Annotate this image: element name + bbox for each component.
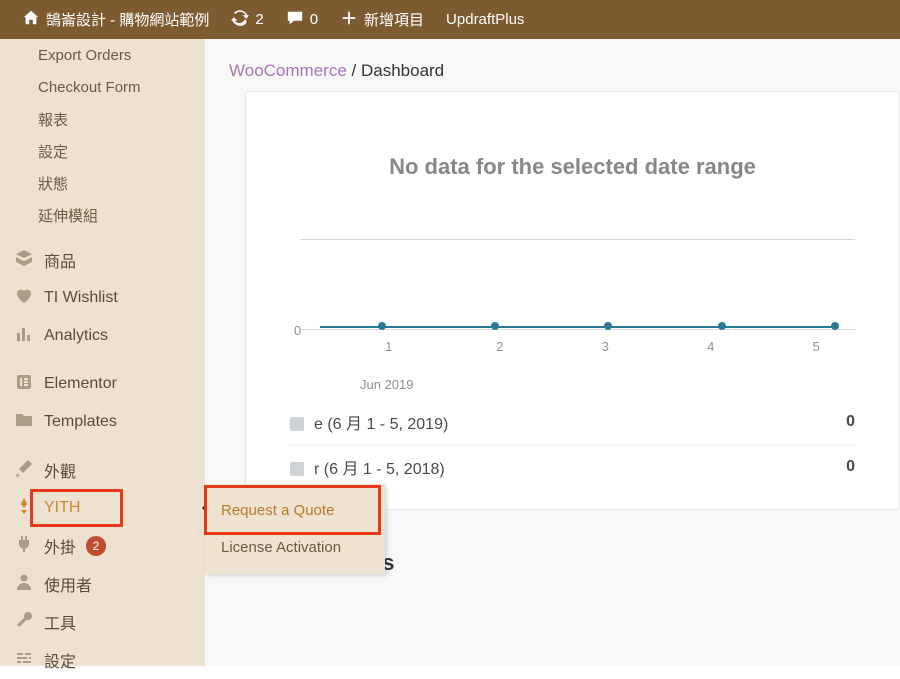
sidebar-sub-settings[interactable]: 設定 (0, 135, 205, 167)
chart-x-tick: 5 (813, 339, 820, 354)
sidebar-sub-status[interactable]: 狀態 (0, 167, 205, 199)
chart-legend-rows: e (6 月 1 - 5, 2019) 0 r (6 月 1 - 5, 2018… (290, 400, 855, 489)
sidebar-item-yith[interactable]: YITH (0, 489, 205, 527)
legend-value: 0 (846, 458, 855, 476)
chart-x-tick: 4 (707, 339, 714, 354)
refresh-icon (231, 9, 249, 31)
bars-icon (14, 324, 34, 349)
sidebar-item-label: Elementor (44, 375, 117, 393)
site-link[interactable]: 鵠崙設計 - 購物網站範例 (14, 0, 217, 39)
chart-point (378, 322, 386, 330)
flyout-item-license-activation[interactable]: License Activation (205, 529, 385, 566)
sidebar-item-tools[interactable]: 工具 (0, 603, 205, 641)
wrench-icon (14, 610, 34, 635)
sidebar-item-elementor[interactable]: Elementor (0, 365, 205, 403)
sidebar-item-label: 外掛 (44, 534, 76, 558)
sidebar-sub-reports[interactable]: 報表 (0, 103, 205, 135)
legend-value: 0 (846, 413, 855, 431)
flyout-item-label: Request a Quote (221, 502, 334, 519)
breadcrumb-current: Dashboard (361, 61, 444, 80)
chart-point (491, 322, 499, 330)
brush-icon (14, 458, 34, 483)
refresh-count: 2 (255, 11, 263, 28)
update-badge: 2 (86, 536, 106, 556)
home-icon (22, 9, 40, 31)
flyout-item-label: License Activation (221, 539, 341, 556)
sidebar-item-settings[interactable]: 設定 (0, 641, 205, 679)
updraft-label: UpdraftPlus (446, 11, 524, 28)
sidebar-item-label: Templates (44, 413, 117, 431)
sidebar-item-appearance[interactable]: 外觀 (0, 451, 205, 489)
chart-plot (320, 240, 835, 330)
folder-icon (14, 410, 34, 435)
chart-y-tick: 0 (294, 323, 301, 338)
sidebar-item-analytics[interactable]: Analytics (0, 317, 205, 355)
breadcrumb-root[interactable]: WooCommerce (229, 61, 347, 80)
legend-label: e (6 月 1 - 5, 2019) (314, 416, 448, 433)
chart-x-tick: 2 (496, 339, 503, 354)
sidebar-item-label: Analytics (44, 327, 108, 345)
site-name: 鵠崙設計 - 購物網站範例 (46, 9, 209, 30)
sidebar-sub-extensions[interactable]: 延伸模組 (0, 199, 205, 231)
yith-icon (14, 496, 34, 521)
updraft-link[interactable]: UpdraftPlus (438, 0, 532, 39)
yith-flyout: Request a Quote License Activation (205, 484, 385, 574)
chart-title: No data for the selected date range (270, 152, 875, 182)
user-icon (14, 572, 34, 597)
legend-label: r (6 月 1 - 5, 2018) (314, 461, 445, 478)
sidebar-item-label: 工具 (44, 610, 76, 634)
chart-series-line (320, 326, 835, 328)
sidebar-item-label: 商品 (44, 248, 76, 272)
chart-point (604, 322, 612, 330)
sidebar-item-label: 外觀 (44, 458, 76, 482)
sidebar-item-templates[interactable]: Templates (0, 403, 205, 441)
breadcrumb-sep: / (352, 61, 361, 80)
elementor-icon (14, 372, 34, 397)
chart-area: 0 1 2 3 4 5 Jun 2019 (300, 220, 855, 360)
sidebar-item-label: TI Wishlist (44, 289, 118, 307)
sidebar-sub-export-orders[interactable]: Export Orders (0, 39, 205, 71)
sidebar-item-label: 設定 (44, 648, 76, 672)
refresh-link[interactable]: 2 (223, 0, 271, 39)
analytics-card: No data for the selected date range 0 1 … (245, 91, 900, 510)
sidebar-item-products[interactable]: 商品 (0, 241, 205, 279)
legend-swatch (290, 462, 304, 476)
sliders-icon (14, 648, 34, 673)
chart-x-tick: 1 (385, 339, 392, 354)
chart-x-tick: 3 (602, 339, 609, 354)
plug-icon (14, 534, 34, 559)
comment-count: 0 (310, 11, 318, 28)
chart-point (718, 322, 726, 330)
new-item-label: 新增項目 (364, 9, 424, 30)
sidebar-item-plugins[interactable]: 外掛 2 (0, 527, 205, 565)
chart-point (831, 322, 839, 330)
sidebar-item-users[interactable]: 使用者 (0, 565, 205, 603)
admin-bar: 鵠崙設計 - 購物網站範例 2 0 新增項目 UpdraftPlus (0, 0, 900, 39)
comments-link[interactable]: 0 (278, 0, 326, 39)
sidebar-sub-checkout-form[interactable]: Checkout Form (0, 71, 205, 103)
sidebar-item-label: YITH (44, 499, 80, 517)
comment-icon (286, 9, 304, 31)
products-icon (14, 248, 34, 273)
admin-sidebar: Export Orders Checkout Form 報表 設定 狀態 延伸模… (0, 39, 205, 666)
legend-swatch (290, 417, 304, 431)
legend-row: r (6 月 1 - 5, 2018) 0 (290, 445, 855, 489)
sidebar-item-ti-wishlist[interactable]: TI Wishlist (0, 279, 205, 317)
flyout-item-request-quote[interactable]: Request a Quote (205, 492, 385, 529)
heart-icon (14, 286, 34, 311)
legend-row: e (6 月 1 - 5, 2019) 0 (290, 400, 855, 445)
chart-x-label: Jun 2019 (360, 377, 414, 392)
breadcrumb: WooCommerce / Dashboard (205, 39, 900, 91)
sidebar-item-label: 使用者 (44, 572, 92, 596)
plus-icon (340, 9, 358, 31)
new-item-link[interactable]: 新增項目 (332, 0, 432, 39)
